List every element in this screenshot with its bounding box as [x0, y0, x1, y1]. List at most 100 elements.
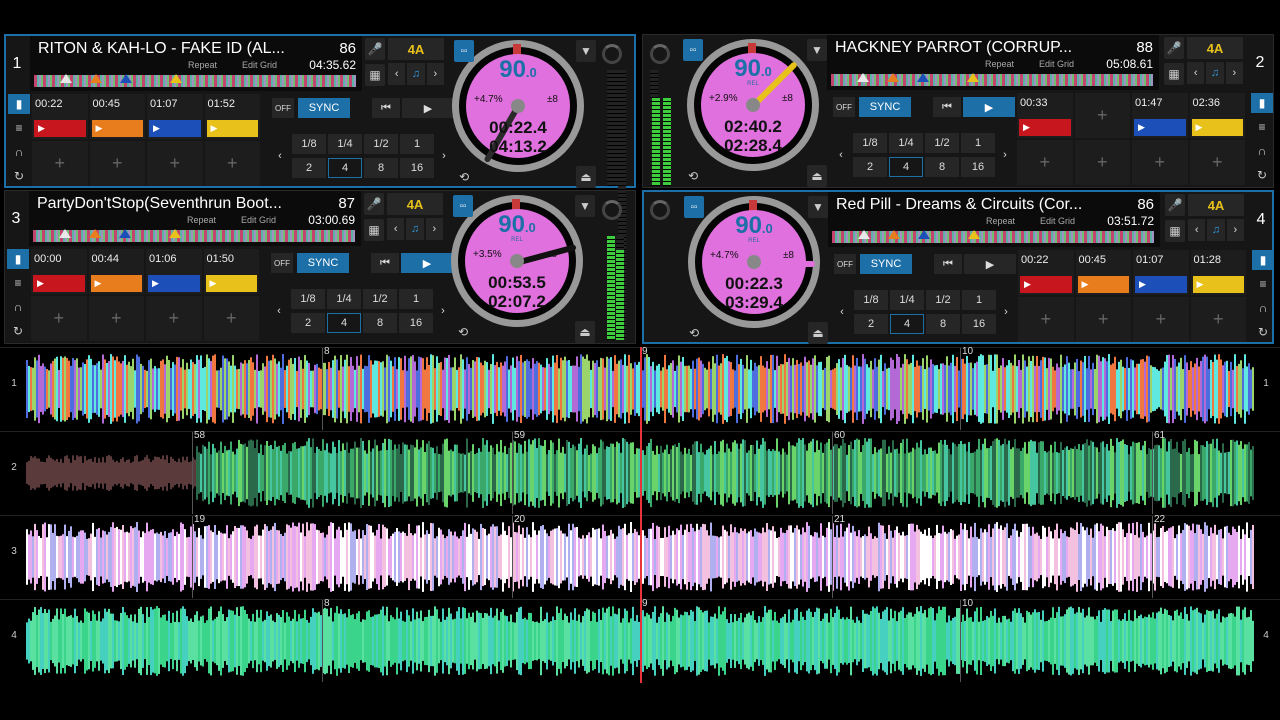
- gain-knob[interactable]: [650, 44, 670, 64]
- loop-size-button[interactable]: 1/2: [925, 133, 959, 153]
- track-info[interactable]: PartyDon'tStop(Seventhrun Boot... 87 Repea…: [29, 191, 361, 246]
- hotcue-3[interactable]: 01:07 ▶: [1133, 250, 1189, 295]
- hotcue-mode-icon[interactable]: ▮: [8, 94, 30, 114]
- key-lock-icon[interactable]: ♫: [1207, 219, 1225, 241]
- key-down-icon[interactable]: ‹: [1187, 62, 1205, 84]
- slip-icon[interactable]: ⟲: [684, 322, 704, 344]
- sync-off-button[interactable]: OFF: [271, 253, 293, 273]
- hotcue-4[interactable]: 01:52 ▶: [204, 94, 260, 139]
- hotcue-button[interactable]: ▶: [34, 120, 86, 137]
- loop-size-button[interactable]: 1: [400, 134, 434, 154]
- key-down-icon[interactable]: ‹: [387, 218, 405, 240]
- sync-off-button[interactable]: OFF: [272, 98, 294, 118]
- eject-icon[interactable]: ⏏: [808, 322, 828, 344]
- loop-size-button[interactable]: 8: [363, 313, 397, 333]
- microphone-icon[interactable]: 🎤: [365, 38, 385, 60]
- loop-size-button[interactable]: 16: [962, 314, 996, 334]
- menu-icon[interactable]: ≡: [1252, 274, 1274, 294]
- track-info[interactable]: HACKNEY PARROT (CORRUP... 88 Repeat Edit Gr…: [827, 35, 1159, 90]
- eject-icon[interactable]: ⏏: [576, 166, 596, 188]
- edit-grid-label[interactable]: Edit Grid: [1040, 216, 1075, 226]
- loop-size-button[interactable]: 1/8: [291, 289, 325, 309]
- key-up-icon[interactable]: ›: [1226, 219, 1244, 241]
- hotcue-7-empty[interactable]: +: [146, 296, 202, 341]
- loop-size-button[interactable]: 16: [400, 158, 434, 178]
- hotcue-5-empty[interactable]: +: [1018, 297, 1074, 342]
- loop-size-button[interactable]: 2: [291, 313, 325, 333]
- loop-prev-icon[interactable]: ‹: [271, 289, 287, 333]
- track-info[interactable]: Red Pill - Dreams & Circuits (Cor... 86 Re…: [828, 192, 1160, 247]
- hotcue-6-empty[interactable]: +: [88, 296, 144, 341]
- slip-icon[interactable]: ⟲: [683, 165, 703, 187]
- key-display[interactable]: 4A: [387, 193, 443, 215]
- headphones-icon[interactable]: ∩: [8, 142, 30, 162]
- sync-button[interactable]: SYNC: [859, 97, 911, 117]
- key-lock-icon[interactable]: ♫: [1206, 62, 1224, 84]
- loop-size-button[interactable]: 4: [327, 313, 361, 333]
- link-icon[interactable]: ▫▫: [453, 195, 473, 217]
- key-down-icon[interactable]: ‹: [1188, 219, 1206, 241]
- menu-icon[interactable]: ≡: [1251, 117, 1273, 137]
- hotcue-6-empty[interactable]: +: [89, 141, 145, 186]
- track-overview-waveform[interactable]: [831, 74, 1153, 86]
- hotcue-button[interactable]: ▶: [205, 275, 257, 292]
- repeat-label[interactable]: Repeat: [986, 216, 1015, 226]
- key-lock-icon[interactable]: ♫: [407, 63, 425, 85]
- jog-wheel[interactable]: 90.0 REL +2.9% ±8 02:40.2 02:28.4: [683, 37, 823, 187]
- headphones-icon[interactable]: ∩: [1252, 298, 1274, 318]
- hotcue-3[interactable]: 01:06 ▶: [146, 249, 202, 294]
- loop-size-button[interactable]: 2: [292, 158, 326, 178]
- hotcue-button[interactable]: ▶: [149, 120, 201, 137]
- loop-size-button[interactable]: 16: [399, 313, 433, 333]
- loop-size-button[interactable]: 16: [961, 157, 995, 177]
- loop-size-button[interactable]: 1/2: [364, 134, 398, 154]
- loop-size-button[interactable]: 1/4: [890, 290, 924, 310]
- loop-size-button[interactable]: 1: [962, 290, 996, 310]
- repeat-label[interactable]: Repeat: [187, 215, 216, 225]
- hotcue-button[interactable]: ▶: [1135, 276, 1187, 293]
- key-display[interactable]: 4A: [388, 38, 444, 60]
- loop-size-button[interactable]: 1: [961, 133, 995, 153]
- hotcue-4[interactable]: 01:28 ▶: [1190, 250, 1246, 295]
- edit-grid-label[interactable]: Edit Grid: [241, 215, 276, 225]
- edit-grid-label[interactable]: Edit Grid: [242, 60, 277, 70]
- hotcue-8-empty[interactable]: +: [203, 296, 259, 341]
- hotcue-mode-icon[interactable]: ▮: [7, 249, 29, 269]
- cue-icon[interactable]: ⏮: [933, 97, 961, 117]
- hotcue-1[interactable]: 00:22 ▶: [32, 94, 88, 139]
- headphones-icon[interactable]: ∩: [7, 297, 29, 317]
- key-down-icon[interactable]: ‹: [388, 63, 406, 85]
- loop-prev-icon[interactable]: ‹: [272, 134, 288, 178]
- chevron-down-icon[interactable]: ▼: [808, 196, 828, 218]
- hotcue-button[interactable]: ▶: [33, 275, 85, 292]
- grid-icon[interactable]: ▦: [1164, 63, 1184, 85]
- loop-next-icon[interactable]: ›: [998, 290, 1014, 334]
- track-info[interactable]: RITON & KAH-LO - FAKE ID (AL... 86 Repeat E…: [30, 36, 362, 91]
- loop-icon[interactable]: ↻: [1252, 322, 1274, 342]
- hotcue-2[interactable]: 00:44 ▶: [88, 249, 144, 294]
- hotcue-3[interactable]: 01:07 ▶: [147, 94, 203, 139]
- hotcue-button[interactable]: ▶: [148, 275, 200, 292]
- loop-size-button[interactable]: 1/4: [327, 289, 361, 309]
- hotcue-3[interactable]: 01:47 ▶: [1132, 93, 1188, 138]
- repeat-label[interactable]: Repeat: [985, 59, 1014, 69]
- microphone-icon[interactable]: 🎤: [364, 193, 384, 215]
- hotcue-button[interactable]: ▶: [91, 120, 143, 137]
- hotcue-8-empty[interactable]: +: [204, 141, 260, 186]
- loop-prev-icon[interactable]: ‹: [833, 133, 849, 177]
- loop-size-button[interactable]: 4: [328, 158, 362, 178]
- link-icon[interactable]: ▫▫: [454, 40, 474, 62]
- cue-icon[interactable]: ⏮: [372, 98, 400, 118]
- hotcue-2[interactable]: 00:45 ▶: [1075, 250, 1131, 295]
- loop-size-button[interactable]: 2: [853, 157, 887, 177]
- hotcue-button[interactable]: ▶: [90, 275, 142, 292]
- hotcue-1[interactable]: 00:33 ▶: [1017, 93, 1073, 138]
- eject-icon[interactable]: ⏏: [575, 321, 595, 343]
- loop-size-button[interactable]: 1/8: [854, 290, 888, 310]
- chevron-down-icon[interactable]: ▼: [575, 195, 595, 217]
- hotcue-5-empty[interactable]: +: [1017, 140, 1073, 185]
- hotcue-8-empty[interactable]: +: [1190, 297, 1246, 342]
- loop-size-button[interactable]: 4: [890, 314, 924, 334]
- loop-size-button[interactable]: 1/8: [853, 133, 887, 153]
- sync-off-button[interactable]: OFF: [834, 254, 856, 274]
